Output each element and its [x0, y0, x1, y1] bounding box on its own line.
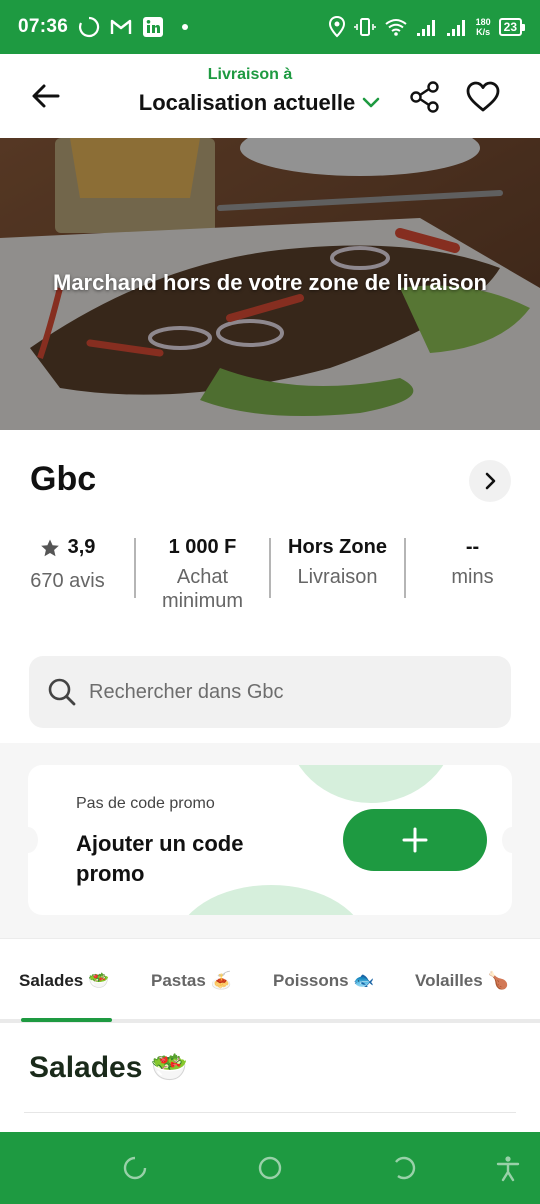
share-icon — [410, 81, 439, 113]
linkedin-icon — [143, 17, 164, 37]
gmail-icon — [110, 19, 132, 34]
add-promo-button[interactable] — [343, 809, 487, 871]
location-icon — [328, 16, 345, 38]
vibrate-icon — [353, 18, 376, 36]
status-bar: 07:36 180 K/s 23 — [0, 0, 540, 54]
section-title: Salades 🥗 — [29, 1051, 189, 1084]
plus-icon — [402, 827, 428, 853]
delivery-location-selector[interactable]: Localisation actuelle — [139, 90, 381, 116]
category-tabs: Salades 🥗 Pastas 🍝 Poissons 🐟 Volailles … — [0, 938, 540, 1023]
network-speed: 180 K/s — [476, 17, 491, 37]
delivery-label: Livraison à — [207, 66, 293, 83]
stat-minimum-value: 1 000 F — [168, 536, 237, 558]
network-speed-unit: K/s — [476, 27, 491, 37]
stat-time-value: -- — [465, 536, 480, 558]
merchant-stats: 3,9 670 avis 1 000 F Achat minimum Hors … — [0, 536, 540, 626]
search-icon — [48, 678, 76, 706]
promo-subtitle: Pas de code promo — [76, 795, 215, 812]
delivery-location-block: Livraison à Localisation actuelle — [100, 66, 440, 116]
stat-delivery-label: Livraison — [297, 566, 378, 588]
stat-minimum: 1 000 F Achat minimum — [135, 536, 270, 613]
status-time: 07:36 — [18, 16, 69, 37]
notification-dot-icon — [182, 24, 189, 30]
app-header: Livraison à Localisation actuelle — [0, 54, 540, 138]
signal-icon-2 — [446, 20, 465, 36]
merchant-hero-image: Marchand hors de votre zone de livraison — [0, 138, 540, 430]
system-nav-bar — [0, 1132, 540, 1204]
battery-indicator: 23 — [498, 18, 526, 36]
status-bar-right: 180 K/s 23 — [328, 16, 526, 38]
nav-back-icon — [395, 1156, 416, 1180]
stat-rating-value: 3,9 — [67, 536, 96, 558]
promo-decor-blob — [176, 885, 366, 915]
chevron-right-icon — [485, 472, 496, 490]
status-bar-left: 07:36 — [18, 16, 196, 38]
promo-decor-blob — [286, 765, 456, 803]
accessibility-icon — [496, 1156, 520, 1182]
heart-icon — [466, 81, 500, 112]
nav-accessibility-button[interactable] — [494, 1154, 522, 1182]
tab-volailles[interactable]: Volailles 🍗 — [415, 971, 509, 991]
stat-time: -- mins — [405, 536, 540, 589]
star-icon — [40, 539, 59, 556]
recents-icon — [123, 1156, 147, 1180]
merchant-name: Gbc — [30, 460, 97, 498]
search-placeholder: Rechercher dans Gbc — [89, 680, 284, 703]
back-button[interactable] — [28, 78, 64, 114]
favorite-button[interactable] — [465, 80, 501, 114]
nav-home-button[interactable] — [256, 1154, 284, 1182]
promo-title: Ajouter un code promo — [76, 831, 244, 886]
wifi-icon — [384, 19, 407, 36]
menu-search-input[interactable]: Rechercher dans Gbc — [29, 656, 511, 728]
merchant-details-button[interactable] — [469, 460, 511, 502]
back-arrow-icon — [32, 84, 60, 108]
tab-poissons[interactable]: Poissons 🐟 — [273, 971, 374, 991]
stat-rating: 3,9 670 avis — [0, 536, 135, 593]
stat-delivery-value: Hors Zone — [288, 536, 387, 558]
stat-minimum-label: Achat minimum — [161, 566, 244, 612]
stat-rating-value-row: 3,9 — [40, 536, 96, 559]
sync-icon — [79, 16, 100, 38]
stat-time-label: mins — [451, 566, 494, 588]
chevron-down-icon — [362, 97, 380, 108]
delivery-location-text: Localisation actuelle — [138, 90, 356, 115]
tab-pastas[interactable]: Pastas 🍝 — [151, 971, 232, 991]
active-tab-indicator — [21, 1018, 112, 1022]
home-icon — [258, 1156, 282, 1180]
tab-salades[interactable]: Salades 🥗 — [19, 971, 109, 991]
share-button[interactable] — [408, 80, 442, 114]
promo-card: Pas de code promo Ajouter un code promo — [28, 765, 512, 915]
out-of-zone-message: Marchand hors de votre zone de livraison — [53, 270, 487, 295]
stat-delivery: Hors Zone Livraison — [270, 536, 405, 589]
nav-recents-button[interactable] — [121, 1154, 149, 1182]
app-root: 07:36 180 K/s 23 Livraison à Localisatio… — [0, 0, 540, 1204]
nav-back-button[interactable] — [390, 1154, 418, 1182]
promo-notch — [502, 827, 512, 853]
promo-notch — [28, 827, 38, 853]
stat-rating-label: 670 avis — [30, 569, 105, 592]
section-divider — [24, 1112, 516, 1113]
network-speed-value: 180 — [475, 17, 491, 27]
signal-icon-1 — [416, 20, 435, 36]
